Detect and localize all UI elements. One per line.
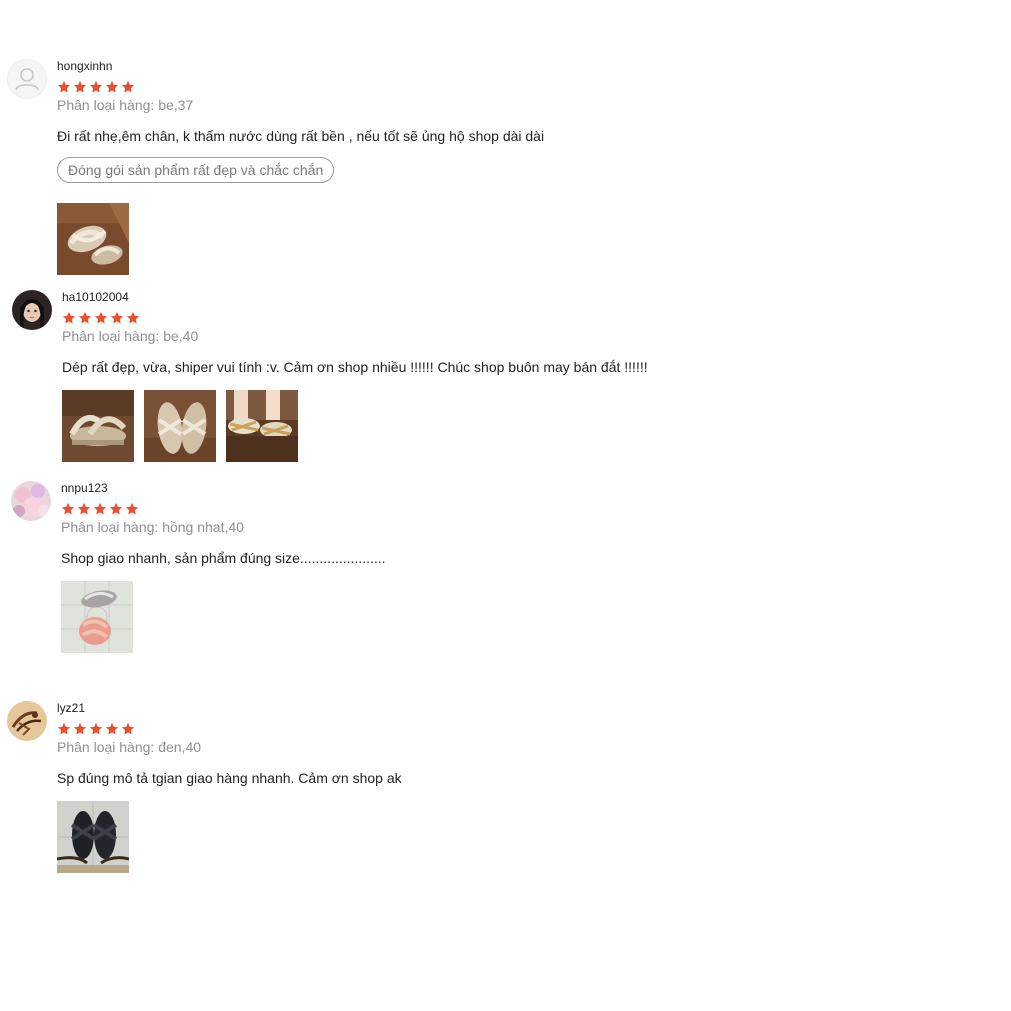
- star-icon: [57, 722, 71, 736]
- review-variation: Phân loại hàng: hồng nhat,40: [61, 519, 244, 535]
- review-photo[interactable]: [144, 390, 216, 462]
- review-username[interactable]: nnpu123: [61, 481, 386, 495]
- avatar[interactable]: [11, 481, 51, 521]
- star-icon: [110, 311, 124, 325]
- rating-stars: [57, 80, 544, 94]
- review-variation: Phân loại hàng: be,40: [62, 328, 199, 344]
- star-icon: [93, 502, 107, 516]
- review-username[interactable]: hongxinhn: [57, 59, 544, 73]
- review-list: hongxinhn Phân loại hàng: be,37 Đi rất n…: [0, 0, 1011, 1011]
- review-tag: Đóng gói sản phẩm rất đẹp và chắc chắn: [57, 157, 335, 183]
- review-photos: [57, 801, 402, 873]
- star-icon: [73, 722, 87, 736]
- star-icon: [105, 80, 119, 94]
- star-icon: [121, 722, 135, 736]
- star-icon: [89, 722, 103, 736]
- review-photo[interactable]: [226, 390, 298, 462]
- star-icon: [61, 502, 75, 516]
- review-username[interactable]: ha10102004: [62, 290, 648, 304]
- star-icon: [77, 502, 91, 516]
- rating-stars: [57, 722, 402, 736]
- review-username[interactable]: lyz21: [57, 701, 402, 715]
- star-icon: [89, 80, 103, 94]
- review-comment: Đi rất nhẹ,êm chân, k thấm nước dùng rất…: [57, 128, 545, 144]
- review-photo[interactable]: [57, 801, 129, 873]
- star-icon: [62, 311, 76, 325]
- review-comment: Shop giao nhanh, sản phẩm đúng size.....…: [61, 550, 386, 566]
- avatar[interactable]: [7, 59, 47, 99]
- star-icon: [105, 722, 119, 736]
- review-photos: [57, 203, 544, 275]
- star-icon: [78, 311, 92, 325]
- review-comment: Dép rất đẹp, vừa, shiper vui tính :v. Cả…: [62, 359, 648, 375]
- rating-stars: [61, 502, 386, 516]
- star-icon: [125, 502, 139, 516]
- rating-stars: [62, 311, 648, 325]
- review-photos: [62, 390, 648, 462]
- review-photo[interactable]: [57, 203, 129, 275]
- avatar[interactable]: [12, 290, 52, 330]
- avatar[interactable]: [7, 701, 47, 741]
- review-photo[interactable]: [61, 581, 133, 653]
- review-variation: Phân loại hàng: be,37: [57, 97, 194, 113]
- review-photos: [61, 581, 386, 653]
- review-comment: Sp đúng mô tả tgian giao hàng nhanh. Cảm…: [57, 770, 402, 786]
- star-icon: [73, 80, 87, 94]
- star-icon: [121, 80, 135, 94]
- user-icon: [7, 59, 47, 99]
- star-icon: [57, 80, 71, 94]
- star-icon: [126, 311, 140, 325]
- star-icon: [94, 311, 108, 325]
- review-photo[interactable]: [62, 390, 134, 462]
- star-icon: [109, 502, 123, 516]
- review-variation: Phân loại hàng: đen,40: [57, 739, 202, 755]
